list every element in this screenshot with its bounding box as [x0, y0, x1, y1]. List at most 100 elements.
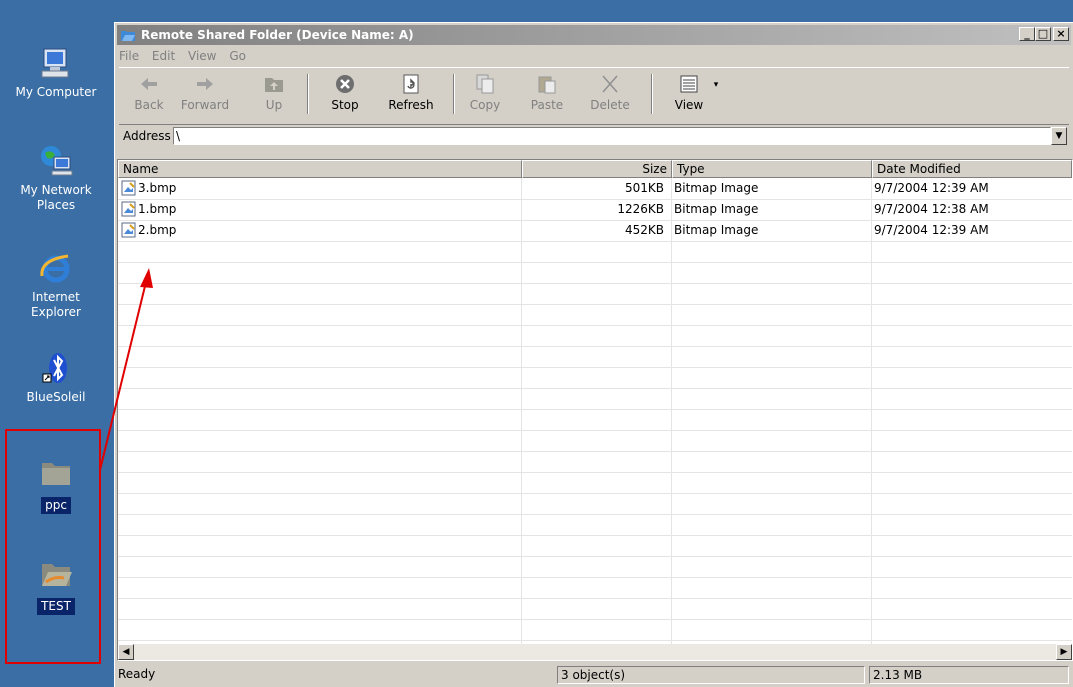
explorer-window: Remote Shared Folder (Device Name: A) _ … [114, 22, 1073, 687]
forward-arrow-icon [197, 78, 213, 90]
grid-line [118, 619, 1072, 620]
refresh-label: Refresh [388, 98, 434, 112]
grid-line [521, 178, 522, 644]
file-size: 501KB [624, 181, 664, 195]
grid-line [118, 556, 1072, 557]
close-button[interactable]: × [1053, 27, 1069, 41]
grid-line [118, 346, 1072, 347]
file-type: Bitmap Image [674, 202, 759, 216]
file-name: 1.bmp [138, 202, 177, 216]
bitmap-file-icon [121, 201, 136, 217]
table-row[interactable]: 3.bmp 501KB Bitmap Image 9/7/2004 12:39 … [118, 178, 1072, 199]
forward-button[interactable]: Forward [177, 72, 233, 112]
column-header-date[interactable]: Date Modified [872, 160, 1072, 178]
back-label: Back [134, 98, 164, 112]
grid-line [118, 598, 1072, 599]
address-dropdown-button[interactable]: ▼ [1051, 127, 1067, 145]
desktop-icon-network-places[interactable]: My Network Places [0, 143, 112, 213]
desktop-icon-label: My Computer [15, 85, 97, 99]
file-size: 1226KB [617, 202, 664, 216]
file-list[interactable]: Name Size Type Date Modified 3.bmp 501KB… [117, 159, 1073, 661]
refresh-icon [403, 74, 419, 94]
view-dropdown-arrow-icon[interactable]: ▾ [711, 80, 721, 90]
file-type: Bitmap Image [674, 223, 759, 237]
title-bar[interactable]: Remote Shared Folder (Device Name: A) _ … [117, 25, 1071, 45]
minimize-button[interactable]: _ [1019, 27, 1035, 41]
network-places-icon [41, 146, 73, 176]
grid-line [118, 367, 1072, 368]
grid-line [118, 451, 1072, 452]
maximize-button[interactable]: □ [1035, 27, 1051, 41]
window-title: Remote Shared Folder (Device Name: A) [141, 28, 414, 42]
status-text: Ready [118, 667, 156, 681]
grid-line [118, 493, 1072, 494]
address-input[interactable]: \ [173, 127, 1051, 145]
file-name: 2.bmp [138, 223, 177, 237]
paste-icon [538, 76, 556, 94]
grid-line [118, 241, 1072, 242]
column-header-name[interactable]: Name [118, 160, 522, 178]
back-arrow-icon [141, 78, 157, 90]
grid-line [118, 640, 1072, 641]
annotation-highlight-box [5, 429, 101, 664]
grid-line [118, 304, 1072, 305]
delete-icon [602, 75, 618, 93]
bitmap-file-icon [121, 222, 136, 238]
grid-line [118, 409, 1072, 410]
bitmap-file-icon [121, 180, 136, 196]
refresh-button[interactable]: Refresh [383, 72, 439, 112]
grid-line [118, 325, 1072, 326]
file-date: 9/7/2004 12:39 AM [874, 223, 989, 237]
list-rows: 3.bmp 501KB Bitmap Image 9/7/2004 12:39 … [118, 178, 1072, 644]
column-header-size[interactable]: Size [522, 160, 672, 178]
desktop-icon-internet-explorer[interactable]: Internet Explorer [0, 250, 112, 320]
address-bar: Address \ ▼ [119, 125, 1069, 149]
forward-label: Forward [180, 98, 230, 112]
file-name: 3.bmp [138, 181, 177, 195]
copy-icon [476, 74, 494, 94]
table-row[interactable]: 2.bmp 452KB Bitmap Image 9/7/2004 12:39 … [118, 220, 1072, 241]
grid-line [118, 535, 1072, 536]
delete-button[interactable]: Delete [587, 72, 633, 112]
horizontal-scrollbar[interactable]: ◀ ▶ [118, 644, 1072, 660]
grid-line [118, 262, 1072, 263]
grid-line [871, 178, 872, 644]
up-button[interactable]: Up [259, 72, 289, 112]
toolbar-separator [651, 74, 653, 114]
paste-button[interactable]: Paste [527, 72, 567, 112]
file-date: 9/7/2004 12:38 AM [874, 202, 989, 216]
grid-line [118, 514, 1072, 515]
grid-line [118, 199, 1072, 200]
file-date: 9/7/2004 12:39 AM [874, 181, 989, 195]
view-icon [680, 75, 698, 93]
table-row[interactable]: 1.bmp 1226KB Bitmap Image 9/7/2004 12:38… [118, 199, 1072, 220]
column-header-type[interactable]: Type [672, 160, 872, 178]
menu-edit[interactable]: Edit [152, 49, 175, 63]
status-object-count: 3 object(s) [557, 666, 865, 684]
internet-explorer-icon [40, 254, 70, 283]
back-button[interactable]: Back [129, 72, 169, 112]
desktop-icon-label: Internet Explorer [31, 290, 81, 319]
shared-folder-icon [121, 31, 135, 41]
desktop-icon-my-computer[interactable]: My Computer [0, 45, 112, 100]
menu-file[interactable]: File [119, 49, 139, 63]
stop-button[interactable]: Stop [325, 72, 365, 112]
desktop-icon-bluesoleil[interactable]: BlueSoleil [0, 350, 112, 405]
desktop-icon-label: My Network Places [20, 183, 92, 212]
menu-go[interactable]: Go [229, 49, 246, 63]
up-label: Up [265, 98, 283, 112]
view-button[interactable]: View [669, 72, 709, 112]
list-header: Name Size Type Date Modified [118, 160, 1072, 178]
scroll-left-button[interactable]: ◀ [118, 644, 134, 660]
toolbar-separator [307, 74, 309, 114]
view-label: View [674, 98, 704, 112]
scroll-right-button[interactable]: ▶ [1056, 644, 1072, 660]
delete-label: Delete [590, 98, 630, 112]
grid-line [118, 577, 1072, 578]
address-label: Address [123, 129, 171, 143]
menu-bar: File Edit View Go [119, 47, 255, 65]
copy-button[interactable]: Copy [465, 72, 505, 112]
paste-label: Paste [530, 98, 564, 112]
menu-view[interactable]: View [188, 49, 216, 63]
grid-line [118, 388, 1072, 389]
